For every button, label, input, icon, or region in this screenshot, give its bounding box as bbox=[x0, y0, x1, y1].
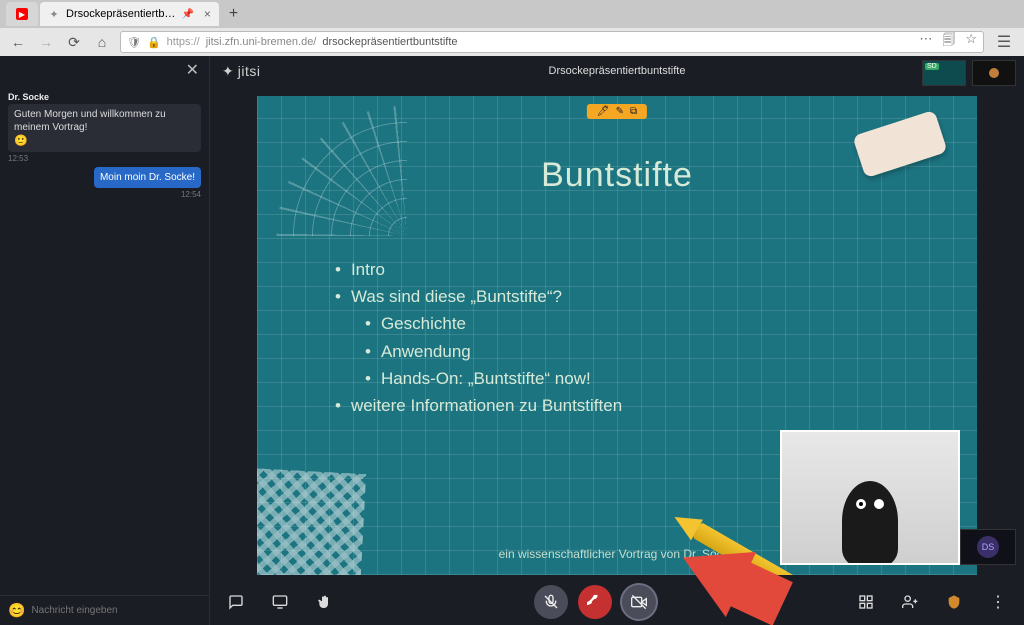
toolbar-center-group bbox=[534, 585, 656, 619]
chat-panel: ✕ Dr. Socke Guten Morgen und willkommen … bbox=[0, 56, 210, 625]
slide-toolbar-icon: ✎ bbox=[616, 106, 624, 117]
slide-bullet: Hands-On: „Buntstifte“ now! bbox=[335, 365, 847, 392]
chat-toggle-button[interactable] bbox=[222, 588, 250, 616]
chat-input[interactable] bbox=[31, 605, 201, 616]
tab-youtube-pinned[interactable]: ▶ bbox=[6, 2, 38, 26]
new-tab-button[interactable]: + bbox=[221, 5, 246, 23]
chat-message-list[interactable]: Dr. Socke Guten Morgen und willkommen zu… bbox=[0, 84, 209, 595]
browser-chrome: ▶ ✦ Drsockepräsentiertb… 📌 × + ← → ⟳ ⌂ 🛡… bbox=[0, 0, 1024, 56]
chat-close-button[interactable]: ✕ bbox=[186, 60, 199, 80]
sock-puppet-avatar bbox=[842, 481, 898, 565]
security-button[interactable] bbox=[940, 588, 968, 616]
chat-text: Guten Morgen und willkommen zu meinem Vo… bbox=[14, 109, 166, 133]
forward-button[interactable]: → bbox=[36, 32, 56, 52]
chat-header: ✕ bbox=[0, 56, 209, 84]
invite-button[interactable] bbox=[896, 588, 924, 616]
tab-strip: ▶ ✦ Drsockepräsentiertb… 📌 × + bbox=[0, 0, 1024, 28]
slide-toolbar-icon: 🖊 bbox=[597, 106, 610, 117]
slide-bullet: Was sind diese „Buntstifte“? bbox=[335, 283, 847, 310]
thumbnail-self[interactable] bbox=[972, 60, 1016, 86]
tile-view-button[interactable] bbox=[852, 588, 880, 616]
url-path: drsockepräsentiertbuntstifte bbox=[322, 36, 457, 48]
reload-button[interactable]: ⟳ bbox=[64, 32, 84, 52]
home-button[interactable]: ⌂ bbox=[92, 32, 112, 52]
more-actions-button[interactable]: ⋮ bbox=[984, 588, 1012, 616]
participant-avatar: DS bbox=[977, 536, 999, 558]
slide-bullet: Anwendung bbox=[335, 338, 847, 365]
participant-tile-ds[interactable]: DS bbox=[960, 529, 1016, 565]
chat-bubble: Guten Morgen und willkommen zu meinem Vo… bbox=[8, 104, 201, 152]
tab-close-icon[interactable]: × bbox=[204, 7, 211, 21]
chat-input-row: 😊 bbox=[0, 595, 209, 625]
pin-icon: 📌 bbox=[181, 9, 193, 20]
toolbar-right-group: ⋮ bbox=[852, 588, 1012, 616]
slide-toolbar-icon: ⧉ bbox=[630, 106, 637, 117]
chat-sender: Dr. Socke bbox=[8, 92, 201, 102]
jitsi-favicon-icon: ✦ bbox=[48, 8, 60, 20]
chat-bubble: Moin moin Dr. Socke! bbox=[94, 167, 201, 188]
youtube-icon: ▶ bbox=[16, 8, 28, 20]
slide-toolbar: 🖊 ✎ ⧉ bbox=[587, 104, 647, 119]
toolbar-left-group bbox=[222, 588, 338, 616]
url-protocol: https:// bbox=[167, 36, 200, 48]
url-bar-row: ← → ⟳ ⌂ 🛡 🔒 https:// jitsi.zfn.uni-breme… bbox=[0, 28, 1024, 56]
chat-message-incoming: Dr. Socke Guten Morgen und willkommen zu… bbox=[8, 92, 201, 163]
slide-bullet-list: Intro Was sind diese „Buntstifte“? Gesch… bbox=[335, 256, 847, 419]
slide-bullet: Geschichte bbox=[335, 310, 847, 337]
self-camera-pip[interactable] bbox=[780, 430, 960, 565]
chat-emoji: 🙂 bbox=[14, 135, 28, 147]
jitsi-wordmark: jitsi bbox=[238, 63, 261, 79]
url-bar[interactable]: 🛡 🔒 https:// jitsi.zfn.uni-bremen.de/ dr… bbox=[120, 31, 984, 53]
slide-bullet: weitere Informationen zu Buntstiften bbox=[335, 392, 847, 419]
thumbnail-presentation[interactable]: SD bbox=[922, 60, 966, 86]
screenshare-button[interactable] bbox=[266, 588, 294, 616]
back-button[interactable]: ← bbox=[8, 32, 28, 52]
bookmark-icon[interactable]: ☆ bbox=[965, 31, 977, 53]
jitsi-logo: ✦ jitsi bbox=[222, 63, 260, 80]
reader-view-icon[interactable]: 🗐 bbox=[942, 31, 955, 53]
camera-toggle-button[interactable] bbox=[622, 585, 656, 619]
jitsi-logo-icon: ✦ bbox=[222, 63, 234, 80]
tab-title: Drsockepräsentiertb… bbox=[66, 8, 175, 20]
quality-badge: SD bbox=[925, 63, 939, 70]
mic-toggle-button[interactable] bbox=[534, 585, 568, 619]
filmstrip-top: SD bbox=[922, 60, 1016, 86]
chat-timestamp: 12:53 bbox=[8, 154, 201, 163]
page-actions-icon[interactable]: ⋯ bbox=[919, 31, 932, 53]
emoji-picker-button[interactable]: 😊 bbox=[8, 602, 25, 619]
lock-icon: 🔒 bbox=[147, 36, 161, 49]
stage: ✦ jitsi Drsockepräsentiertbuntstifte SD … bbox=[210, 56, 1024, 625]
chat-timestamp: 12:54 bbox=[8, 190, 201, 199]
chat-text: Moin moin Dr. Socke! bbox=[100, 172, 195, 183]
raise-hand-button[interactable] bbox=[310, 588, 338, 616]
tab-jitsi[interactable]: ✦ Drsockepräsentiertb… 📌 × bbox=[40, 2, 219, 26]
jitsi-top-bar: ✦ jitsi Drsockepräsentiertbuntstifte bbox=[210, 56, 1024, 86]
jitsi-app: ✕ Dr. Socke Guten Morgen und willkommen … bbox=[0, 56, 1024, 625]
hangup-button[interactable] bbox=[578, 585, 612, 619]
shield-icon: 🛡 bbox=[127, 36, 141, 49]
meeting-title: Drsockepräsentiertbuntstifte bbox=[210, 65, 1024, 77]
url-host: jitsi.zfn.uni-bremen.de/ bbox=[206, 36, 317, 48]
browser-menu-button[interactable]: ☰ bbox=[992, 32, 1016, 52]
bottom-toolbar: ⋮ bbox=[210, 579, 1024, 625]
slide-bullet: Intro bbox=[335, 256, 847, 283]
chat-message-outgoing: Moin moin Dr. Socke! 12:54 bbox=[8, 167, 201, 199]
